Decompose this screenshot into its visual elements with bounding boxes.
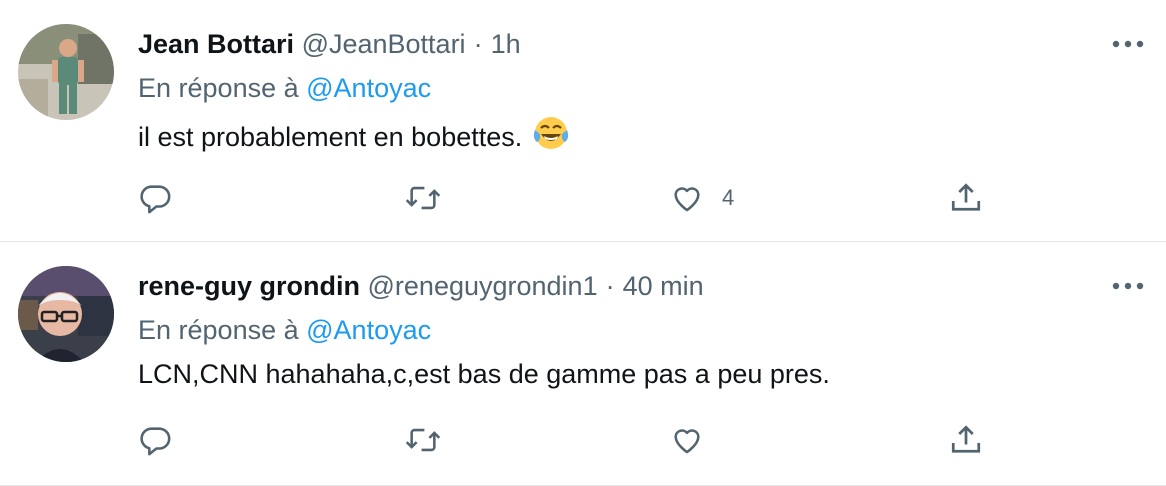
reply-button[interactable] — [138, 420, 172, 460]
tweet-text: LCN,CNN hahahaha,c,est bas de gamme pas … — [138, 356, 830, 392]
tweet-thread: Jean Bottari @JeanBottari · 1h En réponse … — [0, 0, 1166, 486]
avatar[interactable] — [18, 24, 114, 120]
retweet-icon — [405, 186, 441, 210]
timestamp[interactable]: 1h — [491, 29, 521, 59]
more-icon — [1112, 40, 1144, 48]
user-handle[interactable]: @JeanBottari — [302, 29, 466, 59]
share-button[interactable] — [948, 420, 984, 460]
share-icon — [951, 425, 981, 453]
tweet[interactable]: Jean Bottari @JeanBottari · 1h En réponse … — [0, 0, 1166, 242]
like-icon — [674, 187, 700, 212]
more-options-button[interactable] — [1108, 30, 1148, 58]
separator-dot: · — [605, 271, 615, 301]
retweet-button[interactable] — [404, 178, 442, 218]
display-name[interactable]: Jean Bottari — [138, 29, 294, 59]
share-button[interactable] — [948, 178, 984, 218]
like-icon — [674, 429, 700, 454]
reply-mention-link[interactable]: @Antoyac — [306, 73, 431, 103]
timestamp[interactable]: 40 min — [623, 271, 704, 301]
separator-dot: · — [473, 29, 483, 59]
more-icon — [1112, 282, 1144, 290]
tweet-body: il est probablement en bobettes. — [138, 122, 523, 152]
retweet-button[interactable] — [404, 420, 442, 460]
tweet[interactable]: rene-guy grondin @reneguygrondin1 · 40 min… — [0, 242, 1166, 486]
more-options-button[interactable] — [1108, 272, 1148, 300]
display-name[interactable]: rene-guy grondin — [138, 271, 360, 301]
avatar[interactable] — [18, 266, 114, 362]
reply-icon — [140, 185, 171, 214]
tweet-body: LCN,CNN hahahaha,c,est bas de gamme pas … — [138, 359, 830, 389]
reply-context: En réponse à @Antoyac — [138, 70, 431, 106]
retweet-icon — [405, 428, 441, 452]
share-icon — [951, 183, 981, 211]
reply-context: En réponse à @Antoyac — [138, 312, 431, 348]
reply-icon — [140, 427, 171, 456]
like-button[interactable]: 4 — [670, 178, 734, 218]
tweet-text: il est probablement en bobettes. — [138, 114, 570, 161]
reply-prefix: En réponse à — [138, 73, 299, 103]
user-handle[interactable]: @reneguygrondin1 — [368, 271, 598, 301]
tweet-actions — [0, 420, 1166, 460]
tweet-actions: 4 — [0, 178, 1166, 218]
like-count: 4 — [722, 185, 735, 210]
reply-prefix: En réponse à — [138, 315, 299, 345]
reply-mention-link[interactable]: @Antoyac — [306, 315, 431, 345]
tweet-header: Jean Bottari @JeanBottari · 1h — [138, 26, 521, 62]
tears-of-joy-emoji-icon — [532, 114, 570, 161]
tweet-header: rene-guy grondin @reneguygrondin1 · 40 min — [138, 268, 704, 304]
reply-button[interactable] — [138, 178, 172, 218]
like-button[interactable] — [670, 420, 722, 460]
